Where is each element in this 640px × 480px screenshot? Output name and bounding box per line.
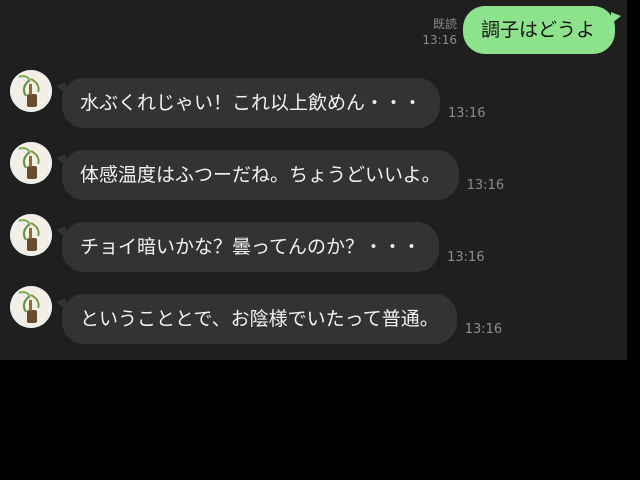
sent-message-bubble[interactable]: 調子はどうよ <box>462 6 622 54</box>
received-message-time: 13:16 <box>466 178 505 193</box>
received-message-bubble[interactable]: 水ぶくれじゃい！これ以上飲めん・・・ <box>55 78 441 128</box>
sent-message-row: 既読 13:16 調子はどうよ <box>422 6 622 54</box>
received-message-bubble[interactable]: チョイ暗いかな？曇ってんのか？・・・ <box>55 222 440 272</box>
chat-area: 既読 13:16 調子はどうよ 水ぶくれじゃい！これ以上飲めん・・・ 13:16 <box>0 0 627 360</box>
plant-avatar-icon[interactable] <box>10 286 52 328</box>
plant-avatar-icon[interactable] <box>10 214 52 256</box>
received-message-row: ということとで、お陰様でいたって普通。 13:16 <box>10 286 502 344</box>
received-message-time: 13:16 <box>447 250 485 265</box>
plant-avatar-icon[interactable] <box>10 142 52 184</box>
received-message-row: チョイ暗いかな？曇ってんのか？・・・ 13:16 <box>10 214 485 272</box>
received-message-bubble[interactable]: 体感温度はふつーだね。ちょうどいいよ。 <box>56 150 459 200</box>
received-message-time: 13:16 <box>464 322 503 337</box>
read-receipt: 既読 <box>432 17 457 31</box>
sent-message-meta: 既読 13:16 <box>422 16 457 48</box>
received-message-time: 13:16 <box>448 106 486 121</box>
received-message-row: 体感温度はふつーだね。ちょうどいいよ。 13:16 <box>10 142 504 200</box>
plant-avatar-icon[interactable] <box>10 70 52 112</box>
received-message-row: 水ぶくれじゃい！これ以上飲めん・・・ 13:16 <box>10 70 485 128</box>
received-message-bubble[interactable]: ということとで、お陰様でいたって普通。 <box>56 294 457 344</box>
sent-message-time: 13:16 <box>422 33 457 47</box>
